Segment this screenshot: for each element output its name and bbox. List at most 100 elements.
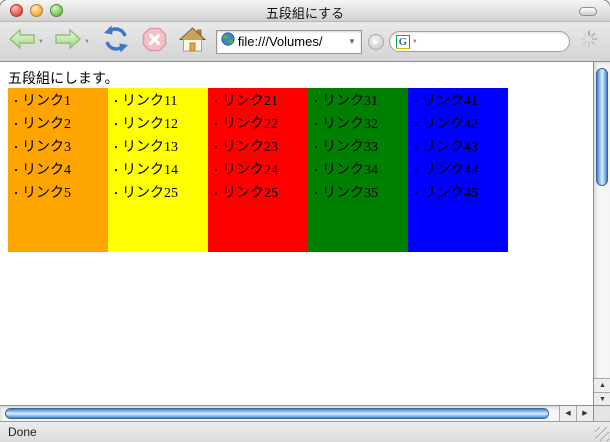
toolbar-toggle-button[interactable] xyxy=(579,7,597,16)
link-item[interactable]: ・リンク35 xyxy=(311,183,408,206)
reload-icon xyxy=(102,25,130,58)
link-item[interactable]: ・リンク2 xyxy=(11,114,108,137)
link-item[interactable]: ・リンク22 xyxy=(211,114,308,137)
back-button[interactable]: ▼ xyxy=(8,27,44,56)
link-item[interactable]: ・リンク4 xyxy=(11,160,108,183)
link-item[interactable]: ・リンク5 xyxy=(11,183,108,206)
reload-button[interactable] xyxy=(102,25,130,58)
list-bullet: ・ xyxy=(411,120,421,131)
search-input[interactable] xyxy=(418,34,563,50)
link-item[interactable]: ・リンク43 xyxy=(411,137,508,160)
link-item[interactable]: ・リンク44 xyxy=(411,160,508,183)
link-item[interactable]: ・リンク34 xyxy=(311,160,408,183)
scroll-down-button[interactable]: ▼ xyxy=(594,392,610,405)
link-item[interactable]: ・リンク24 xyxy=(211,160,308,183)
search-field[interactable]: G ▼ xyxy=(389,31,570,52)
scroll-down-icon: ▼ xyxy=(599,396,606,403)
list-bullet: ・ xyxy=(211,143,221,154)
link-item[interactable]: ・リンク42 xyxy=(411,114,508,137)
list-bullet: ・ xyxy=(211,97,221,108)
link-label: リンク33 xyxy=(322,140,378,155)
url-field[interactable]: ▼ xyxy=(216,30,362,54)
link-label: リンク25 xyxy=(222,186,278,201)
google-logo-icon[interactable]: G xyxy=(396,35,410,49)
link-item[interactable]: ・リンク31 xyxy=(311,91,408,114)
list-bullet: ・ xyxy=(111,120,121,131)
column-orange: ・リンク1・リンク2・リンク3・リンク4・リンク5 xyxy=(8,88,108,252)
page-content: 五段組にします。 ・リンク1・リンク2・リンク3・リンク4・リンク5・リンク11… xyxy=(0,62,593,405)
link-label: リンク42 xyxy=(422,117,478,132)
link-label: リンク31 xyxy=(322,94,378,109)
link-label: リンク44 xyxy=(422,163,478,178)
vertical-scrollbar-thumb[interactable] xyxy=(596,68,608,186)
url-dropdown-caret-icon[interactable]: ▼ xyxy=(347,37,357,46)
link-label: リンク3 xyxy=(22,140,71,155)
link-item[interactable]: ・リンク11 xyxy=(111,91,208,114)
go-button[interactable]: ▶ xyxy=(368,34,384,50)
list-bullet: ・ xyxy=(311,166,321,177)
link-item[interactable]: ・リンク32 xyxy=(311,114,408,137)
link-label: リンク11 xyxy=(122,94,177,109)
link-item[interactable]: ・リンク23 xyxy=(211,137,308,160)
title-bar[interactable]: 五段組にする xyxy=(0,0,610,22)
list-bullet: ・ xyxy=(311,143,321,154)
link-label: リンク21 xyxy=(222,94,278,109)
list-bullet: ・ xyxy=(111,166,121,177)
scroll-left-button[interactable]: ◀ xyxy=(559,406,576,421)
link-label: リンク45 xyxy=(422,186,478,201)
forward-history-caret-icon[interactable]: ▼ xyxy=(84,39,90,45)
list-bullet: ・ xyxy=(11,120,21,131)
link-label: リンク43 xyxy=(422,140,478,155)
scrollbar-corner xyxy=(593,405,610,421)
stop-icon xyxy=(142,27,167,57)
link-item[interactable]: ・リンク21 xyxy=(211,91,308,114)
status-bar: Done xyxy=(0,421,610,442)
scroll-up-button[interactable]: ▲ xyxy=(594,378,610,391)
list-bullet: ・ xyxy=(411,97,421,108)
column-blue: ・リンク41・リンク42・リンク43・リンク44・リンク45 xyxy=(408,88,508,252)
list-bullet: ・ xyxy=(111,97,121,108)
column-green: ・リンク31・リンク32・リンク33・リンク34・リンク35 xyxy=(308,88,408,252)
list-bullet: ・ xyxy=(111,143,121,154)
link-item[interactable]: ・リンク41 xyxy=(411,91,508,114)
list-bullet: ・ xyxy=(11,166,21,177)
navigation-toolbar: ▼ ▼ xyxy=(0,22,610,62)
list-bullet: ・ xyxy=(411,166,421,177)
list-bullet: ・ xyxy=(11,97,21,108)
list-bullet: ・ xyxy=(11,143,21,154)
list-bullet: ・ xyxy=(211,189,221,200)
vertical-scrollbar[interactable]: ▲ ▼ xyxy=(593,62,610,405)
link-list: ・リンク11・リンク12・リンク13・リンク14・リンク25 xyxy=(108,88,208,206)
list-bullet: ・ xyxy=(311,120,321,131)
link-item[interactable]: ・リンク14 xyxy=(111,160,208,183)
link-list: ・リンク31・リンク32・リンク33・リンク34・リンク35 xyxy=(308,88,408,206)
link-label: リンク24 xyxy=(222,163,278,178)
home-button[interactable] xyxy=(179,27,206,57)
link-label: リンク5 xyxy=(22,186,71,201)
list-bullet: ・ xyxy=(211,120,221,131)
link-item[interactable]: ・リンク3 xyxy=(11,137,108,160)
list-bullet: ・ xyxy=(411,189,421,200)
link-label: リンク41 xyxy=(422,94,478,109)
link-item[interactable]: ・リンク12 xyxy=(111,114,208,137)
link-label: リンク34 xyxy=(322,163,378,178)
link-item[interactable]: ・リンク33 xyxy=(311,137,408,160)
back-arrow-icon xyxy=(8,27,36,56)
forward-arrow-icon xyxy=(54,27,82,56)
link-item[interactable]: ・リンク1 xyxy=(11,91,108,114)
link-item[interactable]: ・リンク25 xyxy=(211,183,308,206)
forward-button[interactable]: ▼ xyxy=(54,27,90,56)
link-list: ・リンク1・リンク2・リンク3・リンク4・リンク5 xyxy=(8,88,108,206)
scroll-up-icon: ▲ xyxy=(599,382,606,389)
resize-grip[interactable] xyxy=(595,427,609,441)
horizontal-scrollbar-thumb[interactable] xyxy=(5,408,549,419)
scroll-right-button[interactable]: ▶ xyxy=(576,406,593,421)
back-history-caret-icon[interactable]: ▼ xyxy=(38,39,44,45)
browser-window: 五段組にする ▼ ▼ xyxy=(0,0,610,442)
stop-button[interactable] xyxy=(142,27,167,57)
link-item[interactable]: ・リンク25 xyxy=(111,183,208,206)
horizontal-scrollbar[interactable]: ◀ ▶ xyxy=(0,405,593,421)
link-item[interactable]: ・リンク45 xyxy=(411,183,508,206)
link-item[interactable]: ・リンク13 xyxy=(111,137,208,160)
url-input[interactable] xyxy=(235,34,347,49)
